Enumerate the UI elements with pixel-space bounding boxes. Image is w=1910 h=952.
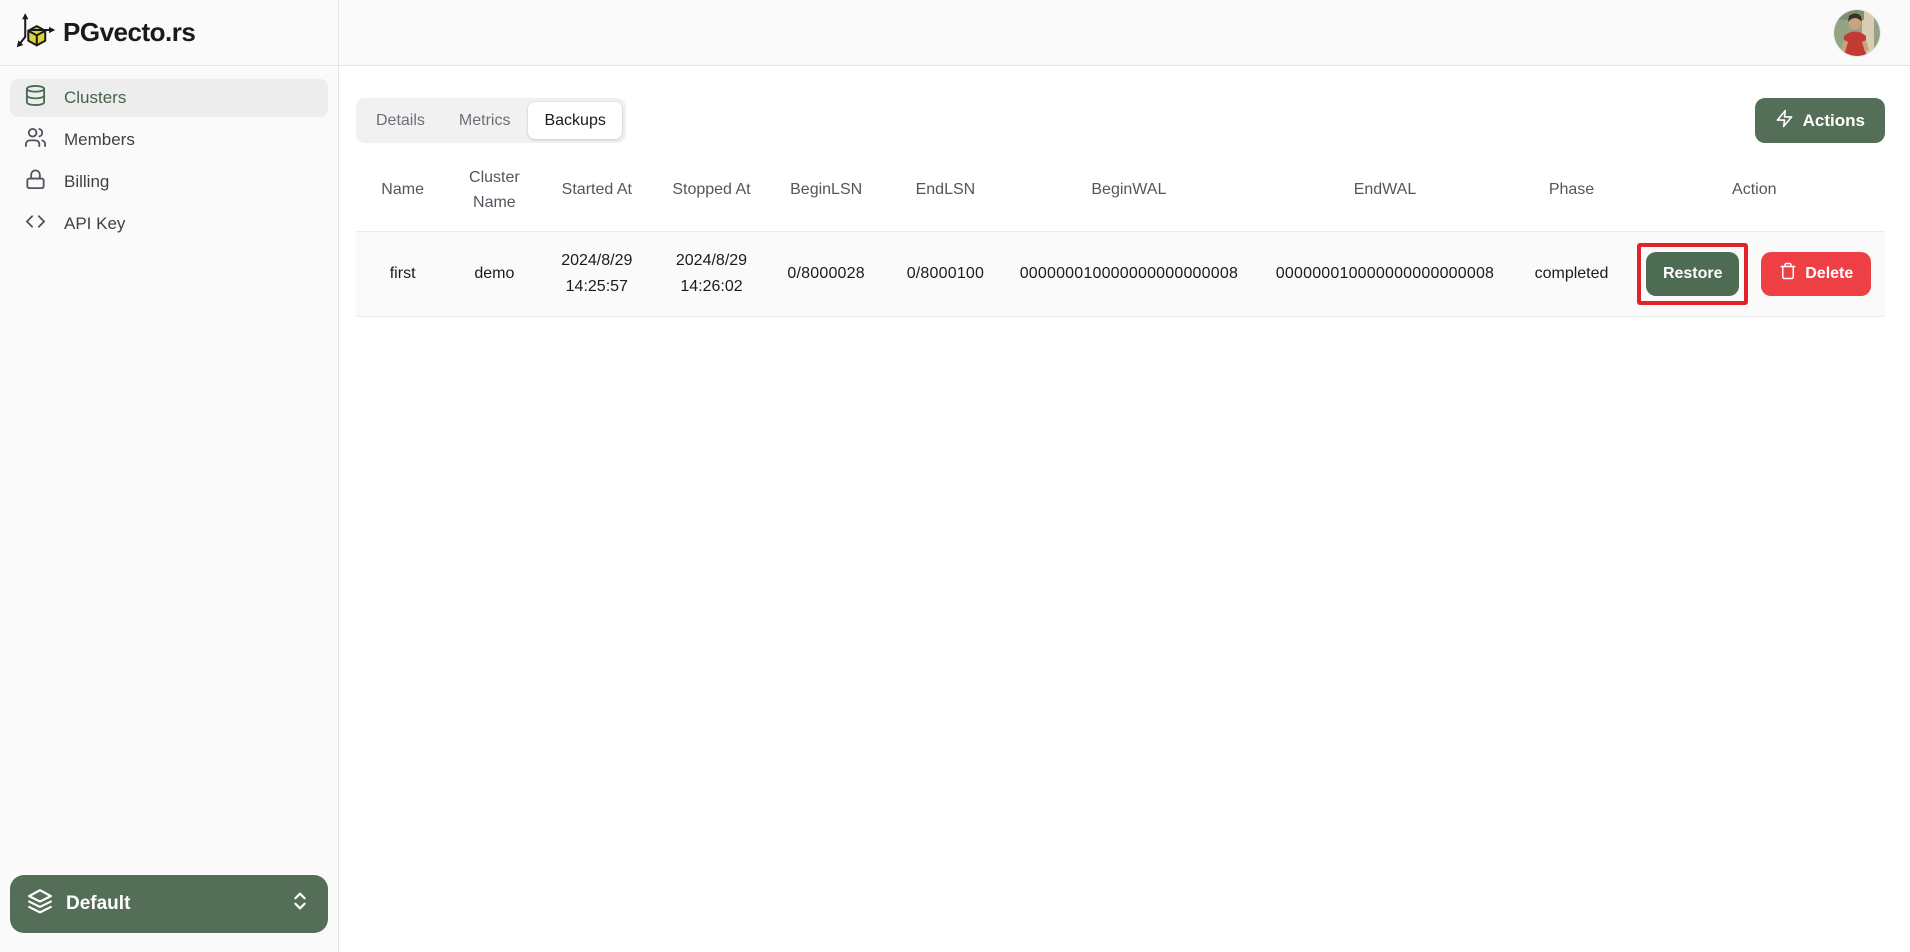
delete-button[interactable]: Delete [1761, 252, 1871, 296]
content-column: Details Metrics Backups Actions [339, 0, 1910, 952]
trash-icon [1779, 262, 1797, 285]
cell-phase: completed [1520, 231, 1624, 316]
tab-metrics[interactable]: Metrics [443, 102, 527, 139]
cell-action: Restore [1624, 231, 1886, 316]
started-at-date: 2024/8/29 [545, 248, 648, 274]
cell-endlsn: 0/8000100 [883, 231, 1007, 316]
delete-button-label: Delete [1805, 265, 1853, 283]
col-header-phase: Phase [1520, 151, 1624, 231]
app-root: PGvecto.rs Clusters [0, 0, 1910, 952]
chevrons-up-down-icon [289, 890, 311, 918]
col-header-name: Name [356, 151, 449, 231]
sidebar-item-billing[interactable]: Billing [10, 163, 328, 201]
pgvectors-logo-icon [16, 11, 56, 54]
zap-icon [1775, 109, 1794, 133]
sidebar-item-clusters[interactable]: Clusters [10, 79, 328, 117]
cell-beginwal: 000000010000000000000008 [1007, 231, 1250, 316]
user-avatar[interactable] [1834, 10, 1880, 56]
col-header-cluster-name: Cluster Name [449, 151, 539, 231]
started-at-time: 14:25:57 [545, 274, 648, 300]
sidebar-item-members[interactable]: Members [10, 121, 328, 159]
actions-button[interactable]: Actions [1755, 98, 1885, 143]
sidebar-nav: Clusters Members [0, 66, 338, 256]
cell-started-at: 2024/8/29 14:25:57 [539, 231, 654, 316]
tab-list: Details Metrics Backups [356, 98, 626, 143]
col-header-started-at: Started At [539, 151, 654, 231]
cell-endwal: 000000010000000000000008 [1250, 231, 1519, 316]
toolbar: Details Metrics Backups Actions [356, 98, 1885, 143]
actions-button-label: Actions [1803, 111, 1865, 131]
restore-annotation-highlight: Restore [1637, 243, 1748, 305]
cell-beginlsn: 0/8000028 [769, 231, 884, 316]
col-header-stopped-at: Stopped At [654, 151, 769, 231]
workspace-label: Default [66, 893, 130, 915]
sidebar-item-label: API Key [64, 214, 125, 234]
cell-stopped-at: 2024/8/29 14:26:02 [654, 231, 769, 316]
sidebar-item-api-key[interactable]: API Key [10, 205, 328, 243]
col-header-endlsn: EndLSN [883, 151, 1007, 231]
cell-name: first [356, 231, 449, 316]
layers-icon [27, 888, 53, 920]
restore-button[interactable]: Restore [1646, 252, 1739, 296]
tab-backups[interactable]: Backups [528, 102, 621, 139]
code-icon [24, 210, 47, 238]
col-header-endwal: EndWAL [1250, 151, 1519, 231]
users-icon [24, 126, 47, 154]
cell-cluster-name: demo [449, 231, 539, 316]
sidebar-item-label: Clusters [64, 88, 126, 108]
stopped-at-time: 14:26:02 [660, 274, 763, 300]
col-header-beginwal: BeginWAL [1007, 151, 1250, 231]
lock-icon [24, 168, 47, 196]
workspace-switcher[interactable]: Default [10, 875, 328, 933]
sidebar-item-label: Members [64, 130, 135, 150]
tab-details[interactable]: Details [360, 102, 441, 139]
sidebar-item-label: Billing [64, 172, 109, 192]
database-icon [24, 84, 47, 112]
main-panel: Details Metrics Backups Actions [339, 66, 1910, 952]
table-row: first demo 2024/8/29 14:25:57 2024/8/29 … [356, 231, 1885, 316]
app-title: PGvecto.rs [63, 17, 195, 48]
sidebar-logo: PGvecto.rs [0, 0, 338, 66]
col-header-action: Action [1624, 151, 1886, 231]
table-header-row: Name Cluster Name Started At Stopped At … [356, 151, 1885, 231]
topbar [339, 0, 1910, 66]
stopped-at-date: 2024/8/29 [660, 248, 763, 274]
sidebar: PGvecto.rs Clusters [0, 0, 339, 952]
col-header-beginlsn: BeginLSN [769, 151, 884, 231]
backups-table: Name Cluster Name Started At Stopped At … [356, 151, 1885, 317]
workspace-switcher-area: Default [0, 875, 338, 952]
